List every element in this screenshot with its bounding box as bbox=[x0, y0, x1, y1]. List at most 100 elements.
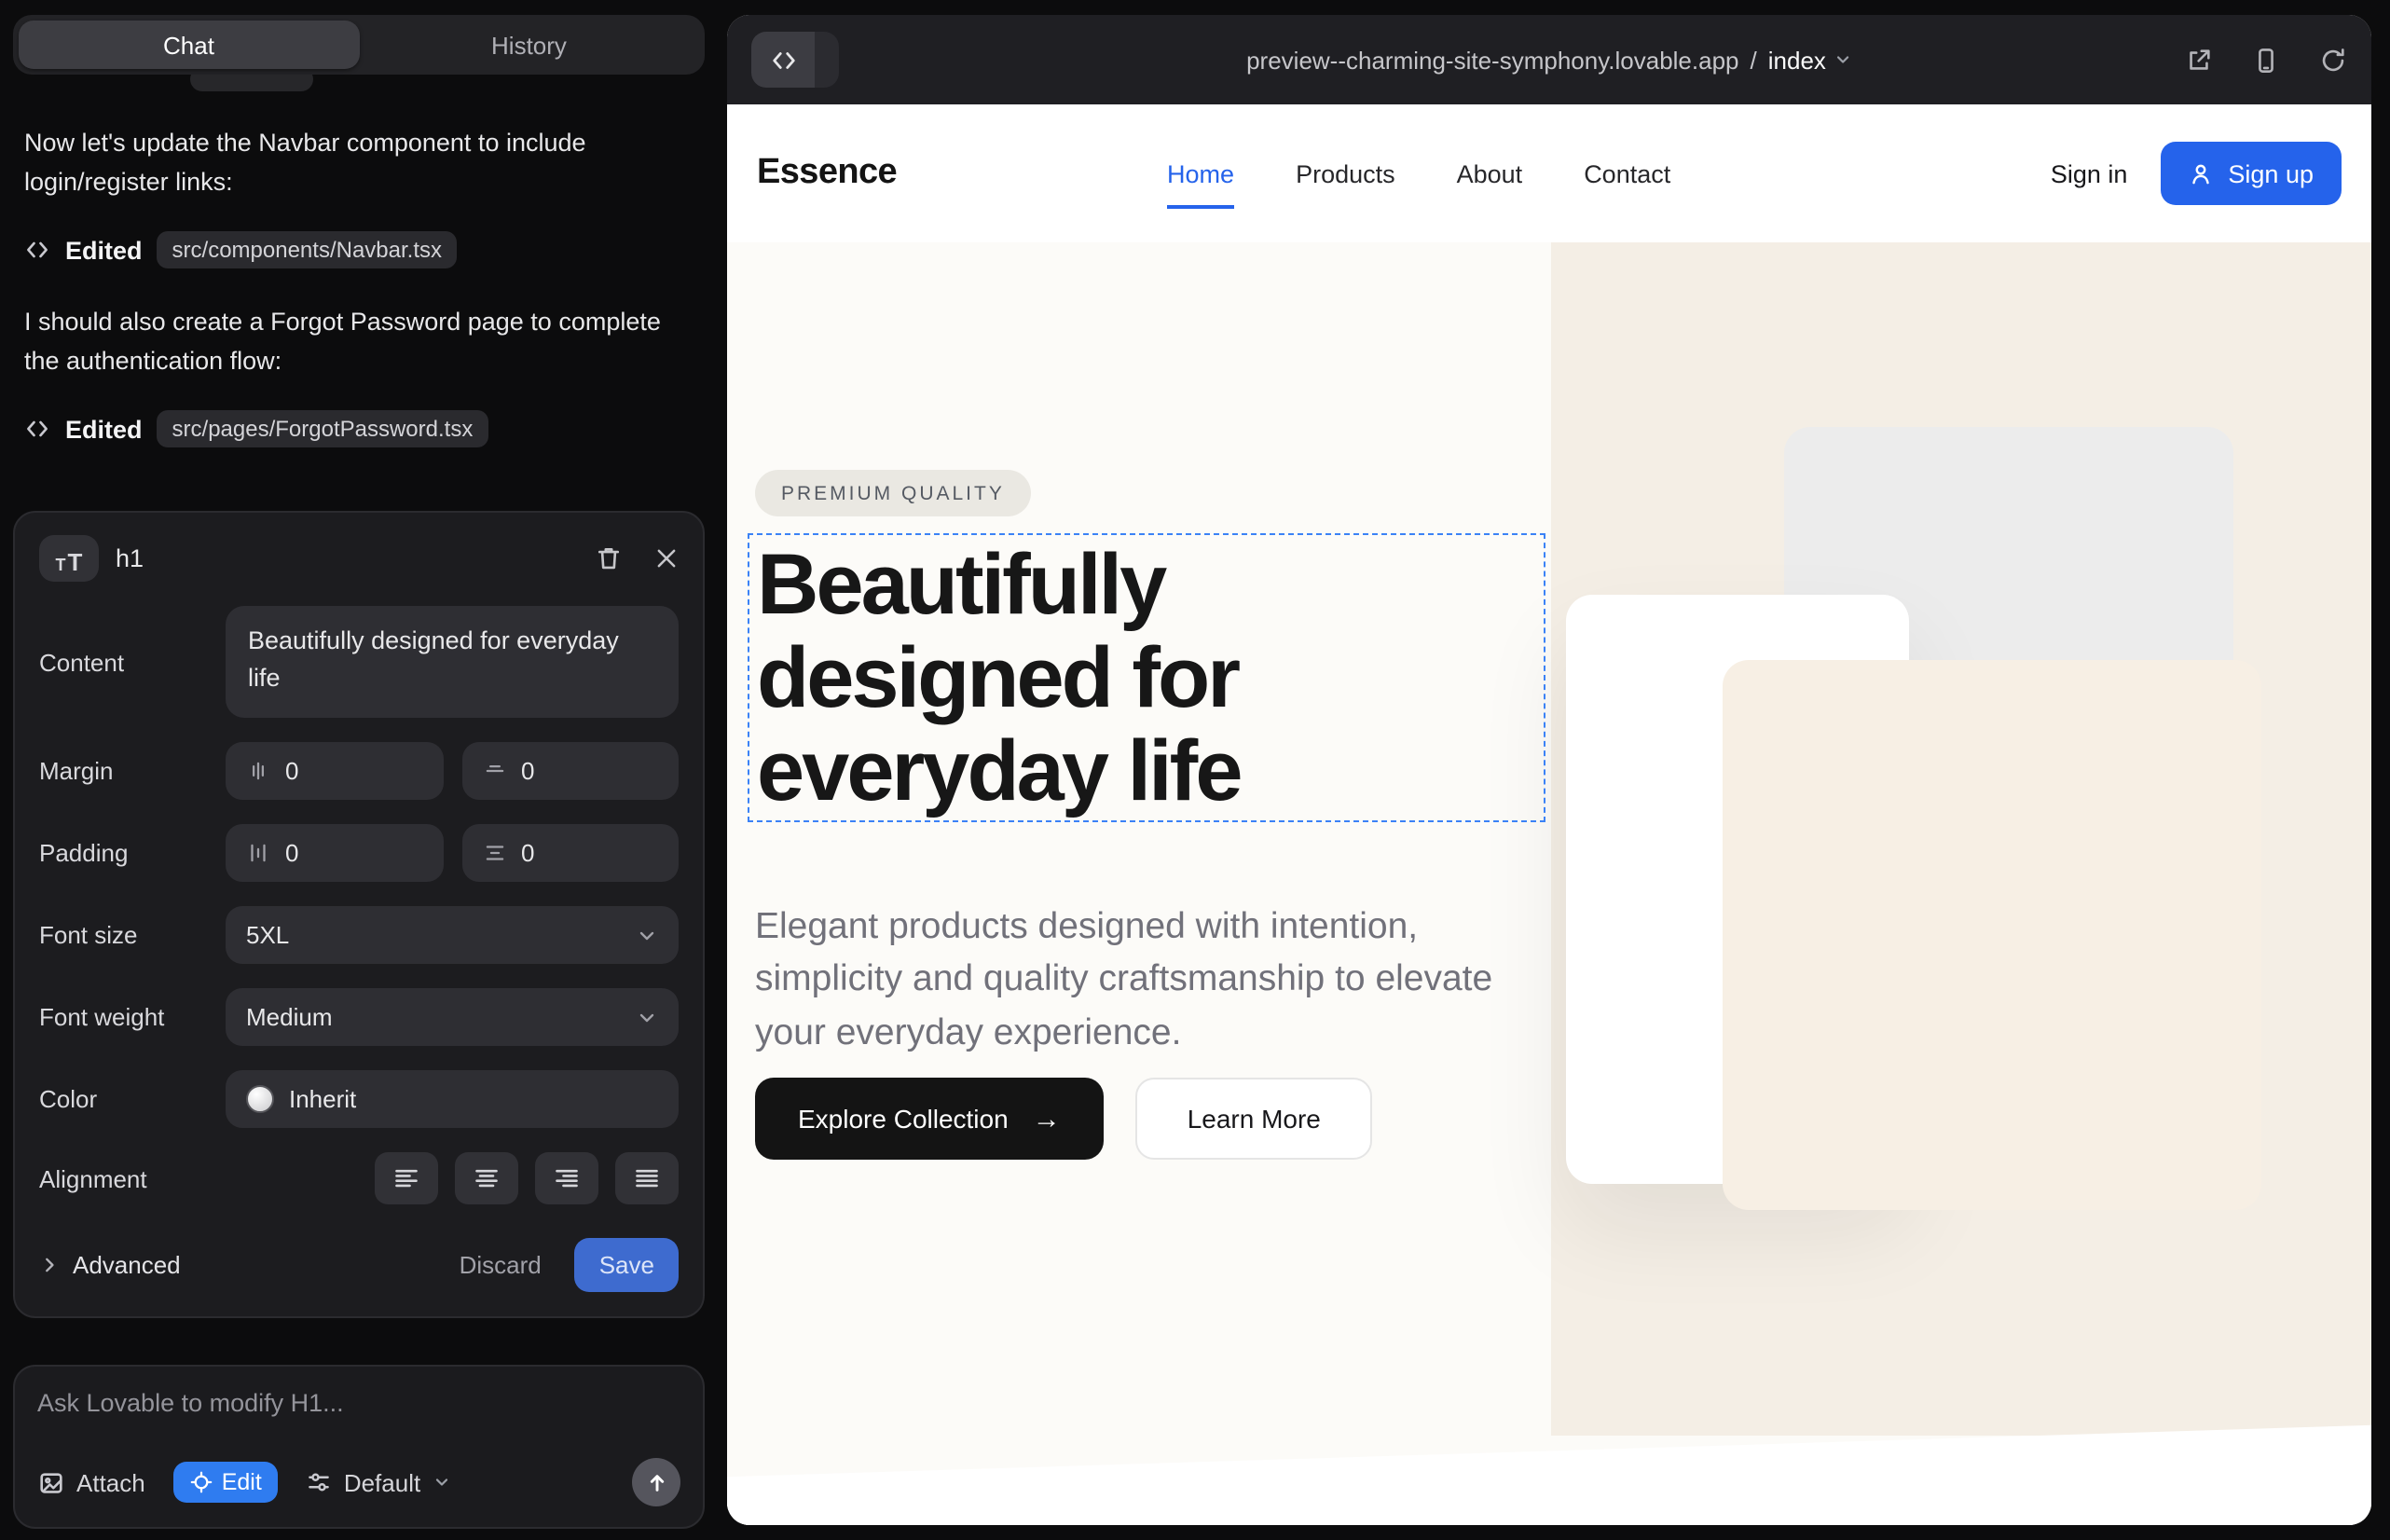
alignment-row: Alignment bbox=[39, 1152, 679, 1204]
element-tag: h1 bbox=[116, 544, 144, 572]
arrow-right-icon: → bbox=[1033, 1103, 1061, 1134]
align-justify-button[interactable] bbox=[615, 1152, 679, 1204]
edit-mode-button[interactable]: Edit bbox=[173, 1462, 279, 1503]
selected-element-outline[interactable]: Beautifully designed for everyday life bbox=[748, 533, 1545, 822]
chevron-down-icon bbox=[432, 1473, 450, 1492]
url-separator: / bbox=[1751, 46, 1757, 74]
premium-badge: PREMIUM QUALITY bbox=[755, 470, 1031, 516]
preview-pane: preview--charming-site-symphony.lovable.… bbox=[727, 0, 2390, 1540]
typography-icon: TT bbox=[39, 535, 99, 582]
font-size-select[interactable]: 5XL bbox=[226, 906, 679, 964]
chat-composer: Attach Edit Default bbox=[13, 1365, 705, 1529]
file-chip[interactable]: src/components/Navbar.tsx bbox=[158, 231, 457, 268]
url-host: preview--charming-site-symphony.lovable.… bbox=[1246, 46, 1738, 74]
chevron-down-icon bbox=[636, 924, 658, 946]
padding-horizontal-input[interactable]: 0 bbox=[461, 824, 679, 882]
element-editor: TT h1 Content Beautifully designed for e… bbox=[13, 511, 705, 1318]
hero-section: PREMIUM QUALITY Beautifully designed for… bbox=[727, 242, 2371, 1525]
assistant-message: I should also create a Forgot Password p… bbox=[24, 302, 694, 380]
assistant-message: Now let's update the Navbar component to… bbox=[24, 123, 694, 201]
edited-label: Edited bbox=[65, 415, 143, 443]
site-preview: Essence Home Products About Contact Sign… bbox=[727, 104, 2371, 1525]
edited-file-row: Edited src/components/Navbar.tsx bbox=[24, 231, 694, 268]
nav-link-contact[interactable]: Contact bbox=[1584, 159, 1670, 187]
sign-up-button[interactable]: Sign up bbox=[2161, 142, 2342, 205]
decorative-card-beige bbox=[1723, 660, 2261, 1210]
padding-vertical-input[interactable]: 0 bbox=[226, 824, 443, 882]
save-button[interactable]: Save bbox=[575, 1238, 679, 1292]
send-button[interactable] bbox=[632, 1458, 680, 1506]
learn-more-button[interactable]: Learn More bbox=[1135, 1078, 1373, 1160]
discard-button[interactable]: Discard bbox=[460, 1251, 542, 1279]
chevron-down-icon bbox=[1834, 50, 1852, 69]
align-left-button[interactable] bbox=[375, 1152, 438, 1204]
composer-input[interactable] bbox=[37, 1389, 680, 1426]
field-label: Padding bbox=[39, 839, 226, 867]
hero-diagonal bbox=[727, 1423, 2371, 1525]
chevron-right-icon bbox=[39, 1255, 60, 1275]
nav-link-products[interactable]: Products bbox=[1296, 159, 1395, 187]
content-field[interactable]: Beautifully designed for everyday life bbox=[226, 606, 679, 718]
nav-link-about[interactable]: About bbox=[1457, 159, 1523, 187]
font-weight-row: Font weight Medium bbox=[39, 988, 679, 1046]
close-icon[interactable] bbox=[654, 546, 679, 571]
sign-in-link[interactable]: Sign in bbox=[2051, 159, 2128, 187]
open-external-icon[interactable] bbox=[2185, 46, 2213, 74]
editor-header: TT h1 bbox=[39, 535, 679, 582]
field-label: Color bbox=[39, 1085, 226, 1113]
nav-link-home[interactable]: Home bbox=[1167, 159, 1234, 187]
field-label: Margin bbox=[39, 757, 226, 785]
font-size-row: Font size 5XL bbox=[39, 906, 679, 964]
advanced-toggle[interactable]: Advanced bbox=[39, 1251, 181, 1279]
code-icon bbox=[751, 32, 815, 88]
font-weight-select[interactable]: Medium bbox=[226, 988, 679, 1046]
default-mode-button[interactable]: Default bbox=[307, 1468, 450, 1496]
edited-file-row: Edited src/pages/ForgotPassword.tsx bbox=[24, 410, 694, 447]
site-logo[interactable]: Essence bbox=[757, 153, 897, 194]
target-icon bbox=[190, 1471, 213, 1493]
axis-x-icon bbox=[482, 759, 506, 783]
chevron-down-icon bbox=[636, 1006, 658, 1028]
axis-y-icon bbox=[246, 759, 270, 783]
margin-row: Margin 0 0 bbox=[39, 742, 679, 800]
editor-footer: Advanced Discard Save bbox=[39, 1238, 679, 1292]
hero-paragraph[interactable]: Elegant products designed with intention… bbox=[755, 900, 1504, 1059]
url-bar[interactable]: preview--charming-site-symphony.lovable.… bbox=[1246, 46, 1852, 74]
explore-collection-button[interactable]: Explore Collection → bbox=[755, 1078, 1104, 1160]
tab-chat[interactable]: Chat bbox=[19, 21, 359, 69]
field-label: Alignment bbox=[39, 1164, 226, 1192]
padding-y-icon bbox=[246, 841, 270, 865]
chat-messages: Now let's update the Navbar component to… bbox=[13, 123, 705, 481]
field-label: Font weight bbox=[39, 1003, 226, 1031]
margin-horizontal-input[interactable]: 0 bbox=[461, 742, 679, 800]
lovable-app: Chat History Now let's update the Navbar… bbox=[0, 0, 2390, 1540]
content-row: Content Beautifully designed for everyda… bbox=[39, 606, 679, 718]
mobile-view-icon[interactable] bbox=[2252, 46, 2280, 74]
site-nav: Home Products About Contact bbox=[1167, 159, 1670, 187]
image-icon bbox=[37, 1468, 65, 1496]
code-icon bbox=[24, 416, 50, 442]
field-label: Content bbox=[39, 648, 226, 676]
attach-button[interactable]: Attach bbox=[37, 1468, 145, 1496]
align-right-button[interactable] bbox=[535, 1152, 598, 1204]
browser-frame: preview--charming-site-symphony.lovable.… bbox=[727, 15, 2371, 1525]
site-navbar: Essence Home Products About Contact Sign… bbox=[727, 104, 2371, 242]
chat-panel: Chat History Now let's update the Navbar… bbox=[0, 0, 727, 1540]
margin-vertical-input[interactable]: 0 bbox=[226, 742, 443, 800]
color-select[interactable]: Inherit bbox=[226, 1070, 679, 1128]
sliders-icon bbox=[307, 1469, 333, 1495]
url-page[interactable]: index bbox=[1768, 46, 1852, 74]
color-swatch bbox=[246, 1085, 274, 1113]
code-toggle[interactable] bbox=[751, 32, 839, 88]
code-icon bbox=[24, 237, 50, 263]
trash-icon[interactable] bbox=[595, 544, 623, 572]
browser-topbar: preview--charming-site-symphony.lovable.… bbox=[727, 15, 2371, 104]
align-center-button[interactable] bbox=[455, 1152, 518, 1204]
color-row: Color Inherit bbox=[39, 1070, 679, 1128]
panel-tabs: Chat History bbox=[13, 15, 705, 75]
hero-heading[interactable]: Beautifully designed for everyday life bbox=[749, 535, 1544, 817]
refresh-icon[interactable] bbox=[2319, 46, 2347, 74]
file-chip[interactable]: src/pages/ForgotPassword.tsx bbox=[158, 410, 488, 447]
user-icon bbox=[2189, 161, 2213, 186]
tab-history[interactable]: History bbox=[359, 21, 699, 69]
